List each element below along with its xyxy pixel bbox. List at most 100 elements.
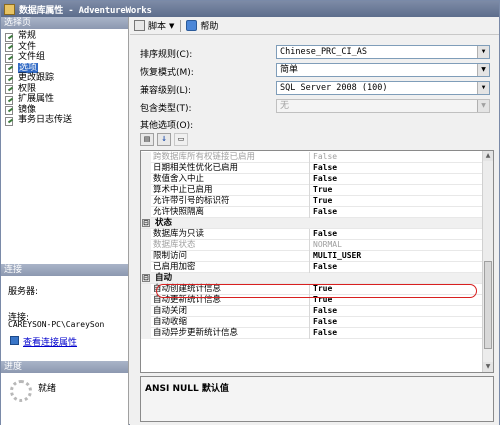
compatibility-level-select[interactable]: SQL Server 2008 (100) ▼ — [276, 81, 490, 95]
toolbar-separator — [180, 19, 182, 32]
grid-toolbar: ▤ ↓ ▭ — [140, 133, 191, 147]
property-value[interactable]: False — [313, 174, 337, 184]
right-pane: 脚本 ▼ 帮助 排序规则(C): Chinese_PRC_CI_AS ▼ 恢复模… — [130, 17, 499, 425]
help-icon — [186, 20, 198, 31]
property-value[interactable]: MULTI_USER — [313, 251, 361, 261]
property-value[interactable]: False — [313, 317, 337, 327]
page-item-label: 文件组 — [18, 52, 46, 63]
other-options-label: 其他选项(O): — [140, 121, 194, 131]
property-row[interactable]: 已启用加密 False — [141, 262, 483, 273]
property-value[interactable]: False — [313, 163, 337, 173]
recovery-model-select[interactable]: 简单 ▼ — [276, 63, 490, 77]
page-item-label: 常规 — [18, 31, 37, 42]
property-value[interactable]: False — [313, 262, 337, 272]
property-row[interactable]: 数据库状态 NORMAL — [141, 240, 483, 251]
page-item-general[interactable]: 常规 — [1, 31, 128, 42]
property-value[interactable]: True — [313, 196, 332, 206]
property-name: 数值舍入中止 — [153, 174, 205, 184]
property-category[interactable]: ⊟ 自动 — [141, 273, 483, 284]
page-item-files[interactable]: 文件 — [1, 42, 128, 53]
property-value[interactable]: False — [313, 328, 337, 338]
page-icon — [4, 63, 14, 74]
property-value[interactable]: True — [313, 185, 332, 195]
property-name: 数据库为只读 — [153, 229, 205, 239]
page-item-change-tracking[interactable]: 更改跟踪 — [1, 73, 128, 84]
column-divider — [309, 251, 310, 262]
page-item-mirroring[interactable]: 镜像 — [1, 105, 128, 116]
help-button[interactable]: 帮助 — [186, 19, 218, 32]
property-name: 跨数据库所有权链接已启用 — [153, 152, 256, 162]
page-item-extended-properties[interactable]: 扩展属性 — [1, 94, 128, 105]
page-item-label: 选项 — [18, 62, 39, 73]
property-value[interactable]: False — [313, 306, 337, 316]
page-item-log-shipping[interactable]: 事务日志传送 — [1, 115, 128, 126]
script-button[interactable]: 脚本 ▼ — [134, 19, 174, 32]
collation-select[interactable]: Chinese_PRC_CI_AS ▼ — [276, 45, 490, 59]
row-gutter — [141, 317, 151, 328]
property-name: 状态 — [155, 218, 173, 228]
page-item-permissions[interactable]: 权限 — [1, 84, 128, 95]
property-row[interactable]: 允许带引号的标识符 True — [141, 196, 483, 207]
property-name: 允许带引号的标识符 — [153, 196, 230, 206]
row-gutter — [141, 185, 151, 196]
window-title: 数据库属性 - AdventureWorks — [19, 5, 152, 16]
view-connection-properties-link[interactable]: 查看连接属性 — [23, 335, 77, 348]
property-row[interactable]: 日期相关性优化已启用 False — [141, 163, 483, 174]
collapse-toggle-icon[interactable]: ⊟ — [142, 219, 150, 227]
row-gutter — [141, 284, 151, 295]
recovery-model-label: 恢复模式(M): — [140, 68, 194, 78]
vertical-scrollbar[interactable]: ▲ ▼ — [482, 151, 493, 372]
row-gutter — [141, 295, 151, 306]
scroll-up-icon[interactable]: ▲ — [483, 151, 493, 161]
property-row[interactable]: 算术中止已启用 True — [141, 185, 483, 196]
property-row[interactable]: 自动关闭 False — [141, 306, 483, 317]
page-item-label: 扩展属性 — [18, 94, 55, 105]
chevron-down-icon[interactable]: ▼ — [477, 82, 489, 94]
column-divider — [309, 328, 310, 339]
page-icon — [4, 42, 14, 53]
database-properties-window: 数据库属性 - AdventureWorks 选择页 常规 文件 文件组 选项 … — [0, 0, 500, 425]
page-item-label: 更改跟踪 — [18, 73, 55, 84]
progress-spinner-icon — [10, 380, 32, 402]
property-category[interactable]: ⊟ 状态 — [141, 218, 483, 229]
alphabetical-sort-icon[interactable]: ↓ — [157, 133, 171, 146]
collapse-toggle-icon[interactable]: ⊟ — [142, 274, 150, 282]
property-name: 已启用加密 — [153, 262, 196, 272]
chevron-down-icon[interactable]: ▼ — [477, 46, 489, 58]
title-bar: 数据库属性 - AdventureWorks — [1, 1, 499, 17]
row-gutter — [141, 306, 151, 317]
property-name: 允许快照隔离 — [153, 207, 205, 217]
categorized-view-icon[interactable]: ▤ — [140, 133, 154, 146]
compatibility-level-value: SQL Server 2008 (100) — [280, 83, 388, 93]
page-item-options[interactable]: 选项 — [1, 62, 128, 74]
property-value[interactable]: False — [313, 152, 337, 162]
property-row[interactable]: 允许快照隔离 False — [141, 207, 483, 218]
row-gutter — [141, 251, 151, 262]
scrollbar-thumb[interactable] — [484, 261, 492, 349]
page-icon — [4, 32, 14, 42]
property-row[interactable]: 自动收缩 False — [141, 317, 483, 328]
property-name: 自动 — [155, 273, 173, 283]
property-row[interactable]: 数据库为只读 False — [141, 229, 483, 240]
compatibility-level-label: 兼容级别(L): — [140, 86, 192, 96]
property-row[interactable]: 限制访问 MULTI_USER — [141, 251, 483, 262]
property-value[interactable]: False — [313, 229, 337, 239]
property-name: 数据库状态 — [153, 240, 196, 250]
scroll-down-icon[interactable]: ▼ — [483, 362, 493, 372]
row-gutter — [141, 174, 151, 185]
containment-type-select: 无 ▼ — [276, 99, 490, 113]
property-value[interactable]: False — [313, 207, 337, 217]
page-item-filegroups[interactable]: 文件组 — [1, 52, 128, 63]
row-gutter — [141, 262, 151, 273]
property-row[interactable]: 自动异步更新统计信息 False — [141, 328, 483, 339]
page-item-label: 文件 — [18, 41, 37, 52]
row-gutter — [141, 207, 151, 218]
property-value[interactable]: NORMAL — [313, 240, 342, 250]
chevron-down-icon: ▼ — [477, 100, 489, 112]
chevron-down-icon[interactable]: ▼ — [477, 64, 489, 76]
property-row[interactable]: 数值舍入中止 False — [141, 174, 483, 185]
property-name: 日期相关性优化已启用 — [153, 163, 239, 173]
property-row[interactable]: 跨数据库所有权链接已启用 False — [141, 152, 483, 163]
row-gutter — [141, 328, 151, 339]
progress-header: 进度 — [1, 361, 128, 373]
